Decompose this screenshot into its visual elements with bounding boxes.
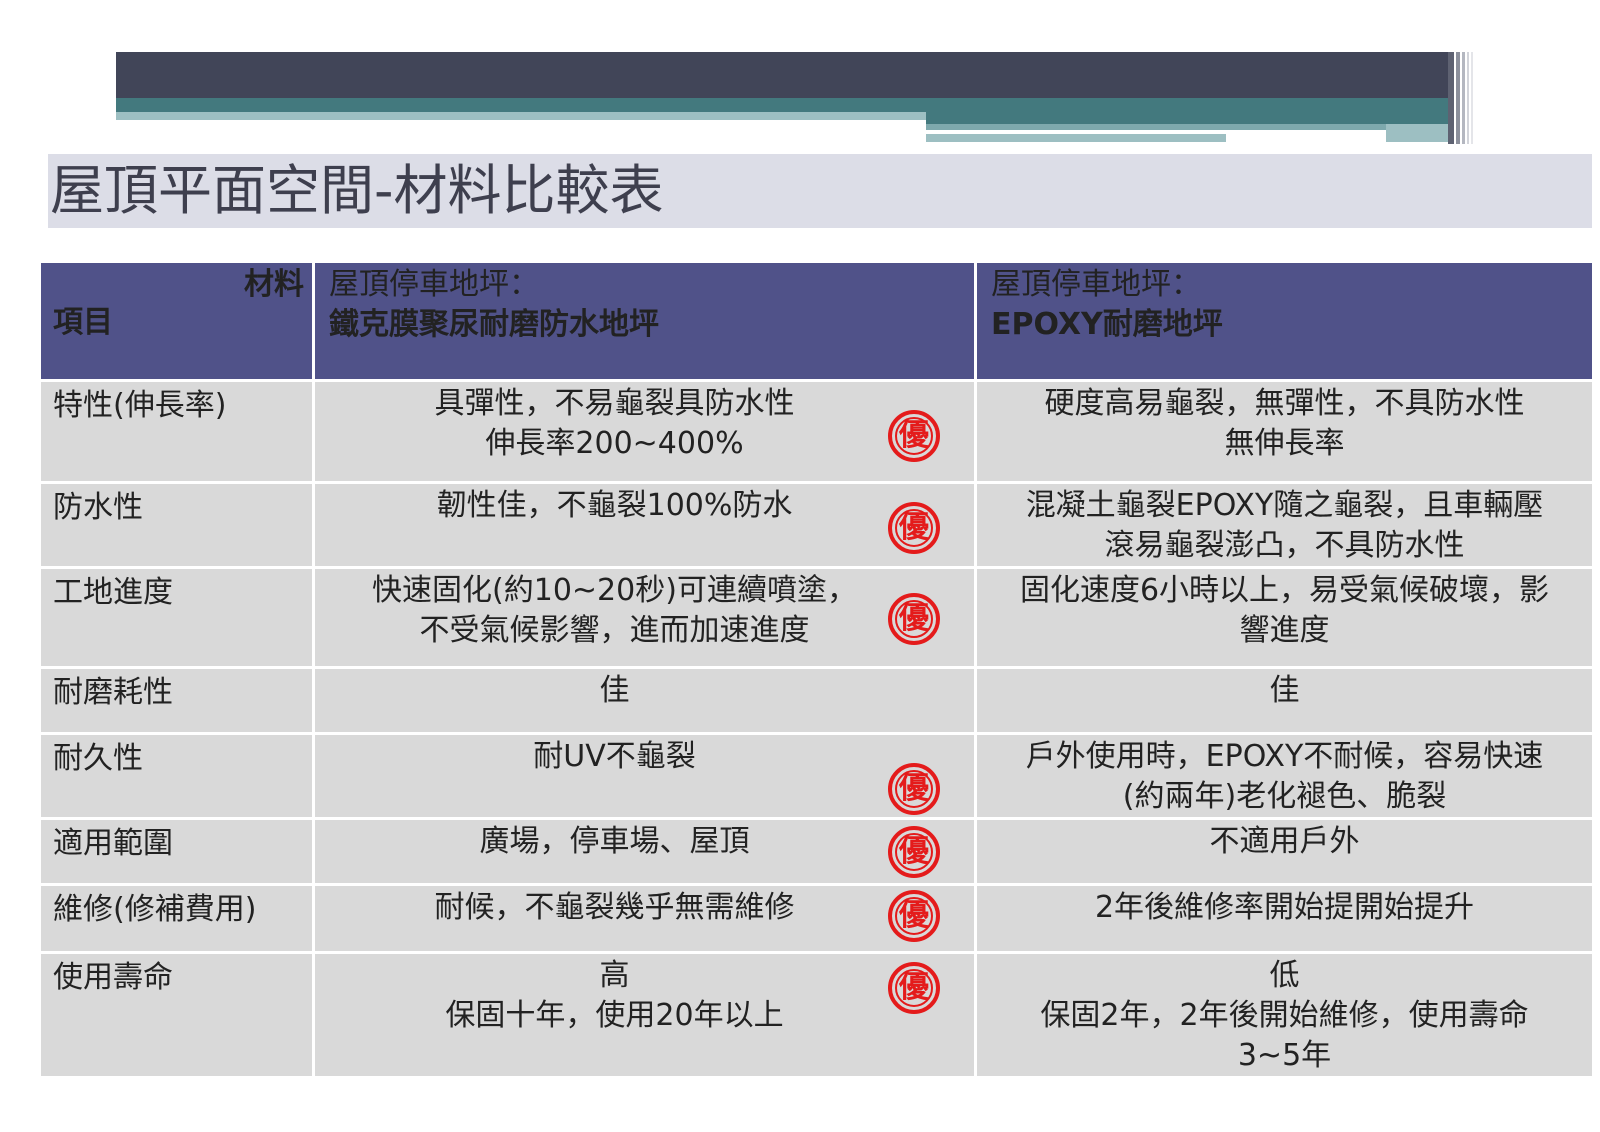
superior-stamp-text: 優: [899, 601, 929, 636]
header-col-a: 屋頂停車地坪： 鐵克膜聚尿耐磨防水地坪: [312, 260, 977, 382]
cell-text-line: 廣場，停車場、屋頂: [479, 824, 750, 859]
header-bar-teal: [116, 98, 1448, 112]
row-item-label: 防水性: [38, 481, 315, 569]
cell-text-line: 2年後維修率開始提開始提升: [1094, 890, 1475, 925]
header-stripe: [1471, 52, 1473, 144]
header-col-a-line2: 鐵克膜聚尿耐磨防水地坪: [329, 307, 659, 342]
header-bar-light-secondary: [926, 124, 1386, 130]
superior-stamp-text: 優: [899, 771, 929, 806]
header-col-b-line2: EPOXY耐磨地坪: [991, 307, 1223, 342]
row-col-b-cell: 低保固2年，2年後開始維修，使用壽命 3~5年: [974, 951, 1595, 1079]
cell-text-line: 佳: [599, 673, 630, 708]
row-col-b-cell: 混凝土龜裂EPOXY隨之龜裂，且車輛壓 滾易龜裂澎凸，不具防水性: [974, 481, 1595, 569]
row-item-label: 耐久性: [38, 732, 315, 820]
cell-text-line: 保固十年，使用20年以上: [445, 998, 784, 1033]
corner-label-material: 材料: [244, 267, 304, 302]
header-bar-dark: [116, 52, 1448, 98]
cell-text-line: (約兩年)老化褪色、脆裂: [1122, 779, 1447, 814]
cell-text-line: 響進度: [1239, 613, 1330, 648]
superior-stamp-icon: 優: [888, 890, 940, 942]
cell-text-line: 韌性佳，不龜裂100%防水: [436, 488, 793, 523]
cell-text-line: 佳: [1269, 673, 1300, 708]
table-row: 特性(伸長率) 具彈性，不易龜裂具防水性 伸長率200~400% 優 硬度高易龜裂，無彈…: [38, 379, 1595, 484]
table-row: 適用範圍 廣場，停車場、屋頂 優 不適用戶外: [38, 817, 1595, 886]
header-stripe: [1462, 52, 1465, 144]
cell-text-line: 混凝土龜裂EPOXY隨之龜裂，且車輛壓: [1025, 488, 1544, 523]
comparison-table: 材料 項目 屋頂停車地坪： 鐵克膜聚尿耐磨防水地坪 屋頂停車地坪： EPOXY耐…: [38, 260, 1595, 1079]
row-col-a-cell: 快速固化(約10~20秒)可連續噴塗， 不受氣候影響，進而加速進度 優: [312, 566, 977, 669]
superior-stamp-icon: 優: [888, 962, 940, 1014]
header-col-b-line1: 屋頂停車地坪：: [991, 267, 1201, 302]
row-col-a-cell: 廣場，停車場、屋頂 優: [312, 817, 977, 886]
row-col-b-cell: 佳: [974, 666, 1595, 735]
cell-text-line: 耐候，不龜裂幾乎無需維修: [434, 890, 795, 925]
superior-stamp-icon: 優: [888, 502, 940, 554]
row-item-label: 使用壽命: [38, 951, 315, 1079]
table-body: 特性(伸長率) 具彈性，不易龜裂具防水性 伸長率200~400% 優 硬度高易龜裂，無彈…: [38, 379, 1595, 1079]
header-bar-light-end: [1386, 124, 1448, 142]
table-row: 耐久性 耐UV不龜裂優戶外使用時，EPOXY不耐候，容易快速 (約兩年)老化褪色、脆…: [38, 732, 1595, 820]
header-stripe: [1467, 52, 1469, 144]
cell-text-line: 3~5年: [1237, 1038, 1332, 1073]
row-item-label: 工地進度: [38, 566, 315, 669]
header-col-a-line1: 屋頂停車地坪：: [329, 267, 539, 302]
header-col-b: 屋頂停車地坪： EPOXY耐磨地坪: [974, 260, 1595, 382]
row-col-b-cell: 不適用戶外: [974, 817, 1595, 886]
superior-stamp-icon: 優: [888, 826, 940, 878]
cell-text-line: 戶外使用時，EPOXY不耐候，容易快速: [1025, 739, 1544, 774]
row-item-label: 維修(修補費用): [38, 883, 315, 954]
row-col-b-cell: 硬度高易龜裂，無彈性，不具防水性 無伸長率: [974, 379, 1595, 484]
cell-text-line: 滾易龜裂澎凸，不具防水性: [1104, 528, 1465, 563]
table-row: 工地進度 快速固化(約10~20秒)可連續噴塗， 不受氣候影響，進而加速進度 優 固化速…: [38, 566, 1595, 669]
cell-text-line: 固化速度6小時以上，易受氣候破壞，影: [1019, 573, 1550, 608]
superior-stamp-icon: 優: [888, 763, 940, 815]
header-stripe: [1448, 52, 1454, 144]
cell-text-line: 伸長率200~400%: [485, 426, 744, 461]
superior-stamp-text: 優: [899, 834, 929, 869]
header-bar-light: [116, 112, 926, 120]
cell-text-line: 低: [1269, 958, 1300, 993]
page-title: 屋頂平面空間-材料比較表: [50, 159, 664, 222]
cell-text-line: 快速固化(約10~20秒)可連續噴塗，: [372, 573, 857, 608]
corner-label-item: 項目: [53, 305, 113, 340]
row-col-a-cell: 耐候，不龜裂幾乎無需維修 優: [312, 883, 977, 954]
table-row: 防水性 韌性佳，不龜裂100%防水優混凝土龜裂EPOXY隨之龜裂，且車輛壓 滾易龜裂…: [38, 481, 1595, 569]
superior-stamp-icon: 優: [888, 593, 940, 645]
row-col-a-cell: 韌性佳，不龜裂100%防水優: [312, 481, 977, 569]
table-header-row: 材料 項目 屋頂停車地坪： 鐵克膜聚尿耐磨防水地坪 屋頂停車地坪： EPOXY耐…: [38, 260, 1595, 382]
superior-stamp-icon: 優: [888, 410, 940, 462]
cell-text-line: 具彈性，不易龜裂具防水性: [434, 386, 795, 421]
row-col-b-cell: 固化速度6小時以上，易受氣候破壞，影 響進度: [974, 566, 1595, 669]
table-row: 使用壽命 高保固十年，使用20年以上 優 低保固2年，2年後開始維修，使用壽命 3~5年: [38, 951, 1595, 1079]
superior-stamp-text: 優: [899, 510, 929, 545]
cell-text-line: 不適用戶外: [1209, 824, 1360, 859]
cell-text-line: 不受氣候影響，進而加速進度: [419, 613, 810, 648]
row-col-a-cell: 佳: [312, 666, 977, 735]
header-bar-light-tertiary: [926, 134, 1226, 142]
cell-text-line: 無伸長率: [1224, 426, 1345, 461]
row-item-label: 特性(伸長率): [38, 379, 315, 484]
row-col-a-cell: 耐UV不龜裂優: [312, 732, 977, 820]
row-col-b-cell: 戶外使用時，EPOXY不耐候，容易快速 (約兩年)老化褪色、脆裂: [974, 732, 1595, 820]
corner-header-cell: 材料 項目: [38, 260, 315, 382]
row-col-a-cell: 具彈性，不易龜裂具防水性 伸長率200~400% 優: [312, 379, 977, 484]
cell-text-line: 耐UV不龜裂: [533, 739, 696, 774]
superior-stamp-text: 優: [899, 418, 929, 453]
cell-text-line: 高: [599, 958, 630, 993]
superior-stamp-text: 優: [899, 898, 929, 933]
row-item-label: 適用範圍: [38, 817, 315, 886]
row-col-b-cell: 2年後維修率開始提開始提升: [974, 883, 1595, 954]
row-col-a-cell: 高保固十年，使用20年以上 優: [312, 951, 977, 1079]
cell-text-line: 保固2年，2年後開始維修，使用壽命: [1040, 998, 1529, 1033]
table-row: 維修(修補費用) 耐候，不龜裂幾乎無需維修 優 2年後維修率開始提開始提升: [38, 883, 1595, 954]
superior-stamp-text: 優: [899, 970, 929, 1005]
header-bar-teal-secondary: [926, 112, 1448, 124]
table-row: 耐磨耗性 佳 佳: [38, 666, 1595, 735]
row-item-label: 耐磨耗性: [38, 666, 315, 735]
cell-text-line: 硬度高易龜裂，無彈性，不具防水性: [1044, 386, 1525, 421]
header-stripe: [1456, 52, 1460, 144]
